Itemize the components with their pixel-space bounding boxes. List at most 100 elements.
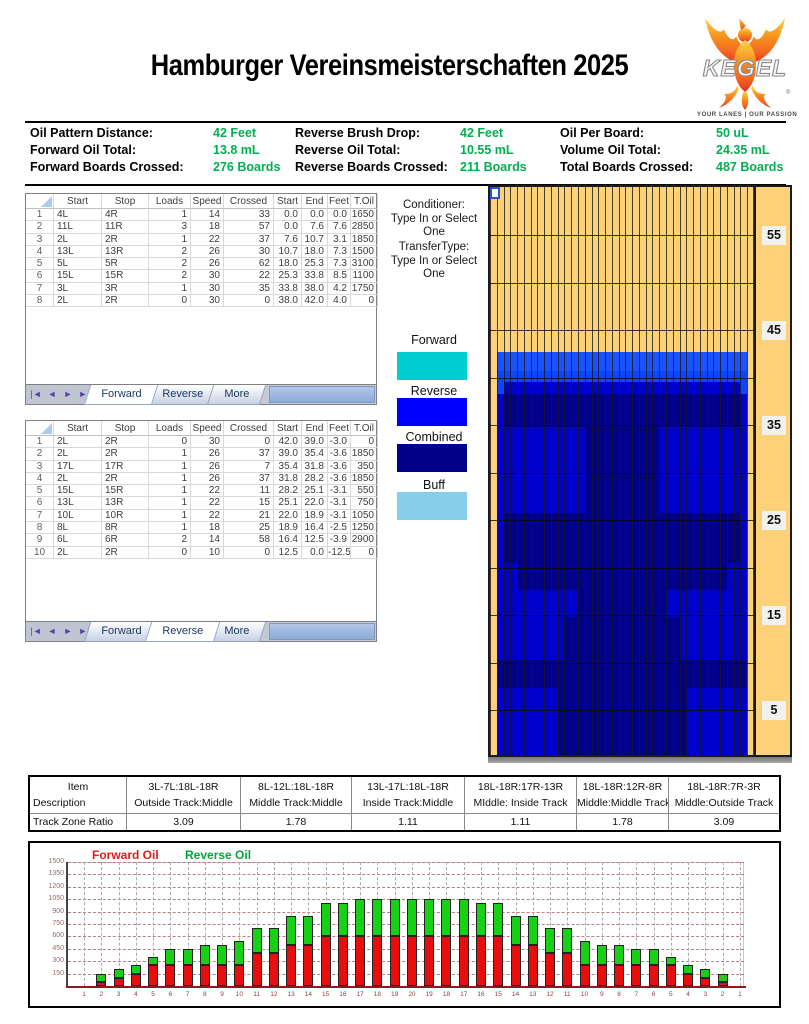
- bar-forward-oil: [527, 944, 538, 986]
- bar-reverse-oil: [665, 957, 676, 966]
- table-row[interactable]: 4 2L 2R 1 26 37 31.8 28.2 -3.6 1850: [26, 472, 378, 486]
- first-tab-button[interactable]: |◄: [28, 385, 44, 404]
- chart-x-tick-label: 6: [651, 991, 656, 998]
- table-row[interactable]: 8 2L 2R 0 30 0 38.0 42.0 4.0 0: [26, 295, 378, 308]
- column-header: Loads: [149, 421, 191, 436]
- board-separator: [713, 187, 714, 755]
- prev-tab-button[interactable]: ◄: [44, 622, 60, 641]
- bar-reverse-oil: [441, 899, 452, 937]
- cell: 13L: [54, 497, 102, 510]
- table-row[interactable]: 5 5L 5R 2 26 62 18.0 25.3 7.3 3100: [26, 258, 378, 271]
- cell: 0: [224, 295, 274, 308]
- info-label: Reverse Oil Total:: [295, 143, 401, 157]
- cell: 31.8: [302, 460, 328, 473]
- column-header: Stop: [102, 194, 149, 209]
- chart-x-tick-label: 20: [408, 991, 416, 998]
- chart-x-tick-label: 15: [494, 991, 502, 998]
- distance-label: 25: [762, 510, 786, 530]
- table-row[interactable]: 3 17L 17R 1 26 7 35.4 31.8 -3.6 350: [26, 460, 378, 473]
- bar-reverse-oil: [475, 903, 486, 937]
- cell: 15R: [102, 485, 149, 498]
- board-separator: [585, 187, 586, 755]
- chart-x-tick-label: 1: [738, 991, 742, 998]
- table-row[interactable]: 3 2L 2R 1 22 37 7.6 10.7 3.1 1850: [26, 233, 378, 246]
- table-row[interactable]: 6 15L 15R 2 30 22 25.3 33.8 8.5 1100: [26, 270, 378, 283]
- page-title: Hamburger Vereinsmeisterschaften 2025: [150, 49, 629, 82]
- ratio-item: 3L-7L:18L-18R: [148, 781, 219, 793]
- tab-forward[interactable]: Forward: [83, 385, 159, 405]
- board-separator: [510, 187, 511, 755]
- cell: 2R: [102, 233, 149, 246]
- first-tab-button[interactable]: |◄: [28, 622, 44, 641]
- cell: 7.3: [328, 258, 351, 271]
- chart-x-tick-label: 14: [304, 991, 312, 998]
- row-number: 10: [26, 546, 54, 559]
- tab-more[interactable]: More: [207, 385, 267, 405]
- next-tab-button[interactable]: ►: [60, 622, 76, 641]
- horizontal-scrollbar[interactable]: [269, 386, 375, 403]
- chart-x-tick-label: 7: [634, 991, 639, 998]
- horizontal-scrollbar[interactable]: [269, 623, 375, 640]
- cell: 26: [191, 448, 224, 461]
- info-label: Oil Pattern Distance:: [30, 126, 153, 140]
- ratio-row-header-ratio: Track Zone Ratio: [30, 813, 126, 830]
- distance-label: 15: [762, 605, 786, 625]
- table-row[interactable]: 2 11L 11R 3 18 57 0.0 7.6 7.6 2850: [26, 221, 378, 234]
- board-separator: [551, 187, 552, 755]
- ratio-value: 1.11: [465, 813, 576, 830]
- table-row[interactable]: 8 8L 8R 1 18 25 18.9 16.4 -2.5 1250: [26, 522, 378, 535]
- cell: 1: [149, 233, 191, 246]
- cell: 0: [351, 436, 378, 449]
- table-row[interactable]: 1 4L 4R 1 14 33 0.0 0.0 0.0 1650: [26, 209, 378, 222]
- cell: 1: [149, 509, 191, 523]
- cell: 2: [149, 270, 191, 283]
- chart-x-tick-label: 7: [185, 991, 190, 998]
- table-row[interactable]: 5 15L 15R 1 22 11 28.2 25.1 -3.1 550: [26, 485, 378, 498]
- cell: 22: [191, 509, 224, 523]
- forward-table: Start Stop Loads Speed Crossed Start End Feet T.…: [25, 193, 378, 385]
- cell: 22: [191, 233, 224, 246]
- chart-x-tick-label: 4: [686, 991, 690, 998]
- row-number: 8: [26, 522, 54, 535]
- cell: -3.6: [328, 460, 351, 473]
- table-row[interactable]: 7 3L 3R 1 30 35 33.8 38.0 4.2 1750: [26, 282, 378, 296]
- prev-tab-button[interactable]: ◄: [44, 385, 60, 404]
- cell: 1: [149, 282, 191, 296]
- oil-per-board-chart: Forward Oil Reverse Oil 150 300 450 600 750 9…: [28, 841, 781, 1008]
- board-separator: [673, 187, 674, 755]
- chart-x-tick-label: 17: [356, 991, 364, 998]
- info-value: 276 Boards: [213, 160, 281, 174]
- tab-reverse[interactable]: Reverse: [145, 622, 221, 642]
- conditioner-field[interactable]: Conditioner: Type In or Select One: [381, 199, 487, 240]
- cell: 12.5: [302, 534, 328, 547]
- table-row[interactable]: 7 10L 10R 1 22 21 22.0 18.9 -3.1 1050: [26, 509, 378, 523]
- cell: 5L: [54, 258, 102, 271]
- table-row[interactable]: 4 13L 13R 2 26 30 10.7 18.0 7.3 1500: [26, 245, 378, 259]
- tab-label: Reverse: [162, 388, 204, 400]
- distance-gridline: [490, 662, 754, 664]
- transfer-type-field[interactable]: TransferType: Type In or Select One: [381, 241, 487, 282]
- next-tab-button[interactable]: ►: [60, 385, 76, 404]
- row-number: 5: [26, 258, 54, 271]
- cell: 2: [149, 245, 191, 259]
- chart-x-tick-label: 11: [253, 991, 260, 998]
- chart-v-gridline: [739, 862, 741, 986]
- cell: 37: [224, 448, 274, 461]
- table-row[interactable]: 1 2L 2R 0 30 0 42.0 39.0 -3.0 0: [26, 436, 378, 449]
- table-row[interactable]: 2 2L 2R 1 26 37 39.0 35.4 -3.6 1850: [26, 448, 378, 461]
- chart-legend-forward: Forward Oil: [92, 848, 159, 862]
- cell: 8R: [102, 522, 149, 535]
- cell: 25.3: [274, 270, 302, 283]
- bar-forward-oil: [217, 965, 228, 986]
- conditioner-value: Type In or Select One: [390, 212, 478, 239]
- table-row[interactable]: 9 6L 6R 2 14 58 16.4 12.5 -3.9 2900: [26, 534, 378, 547]
- bar-reverse-oil: [717, 973, 728, 982]
- distance-gridline: [490, 282, 754, 284]
- chart-y-tick-label: 1050: [48, 895, 64, 903]
- legend-swatch-reverse: [397, 398, 467, 426]
- column-header: Start: [274, 194, 302, 209]
- chart-x-tick-label: 16: [477, 991, 485, 998]
- table-row[interactable]: 6 13L 13R 1 22 15 25.1 22.0 -3.1 750: [26, 497, 378, 510]
- table-row[interactable]: 10 2L 2R 0 10 0 12.5 0.0 -12.5 0: [26, 546, 378, 559]
- chart-x-tick-label: 11: [563, 991, 571, 998]
